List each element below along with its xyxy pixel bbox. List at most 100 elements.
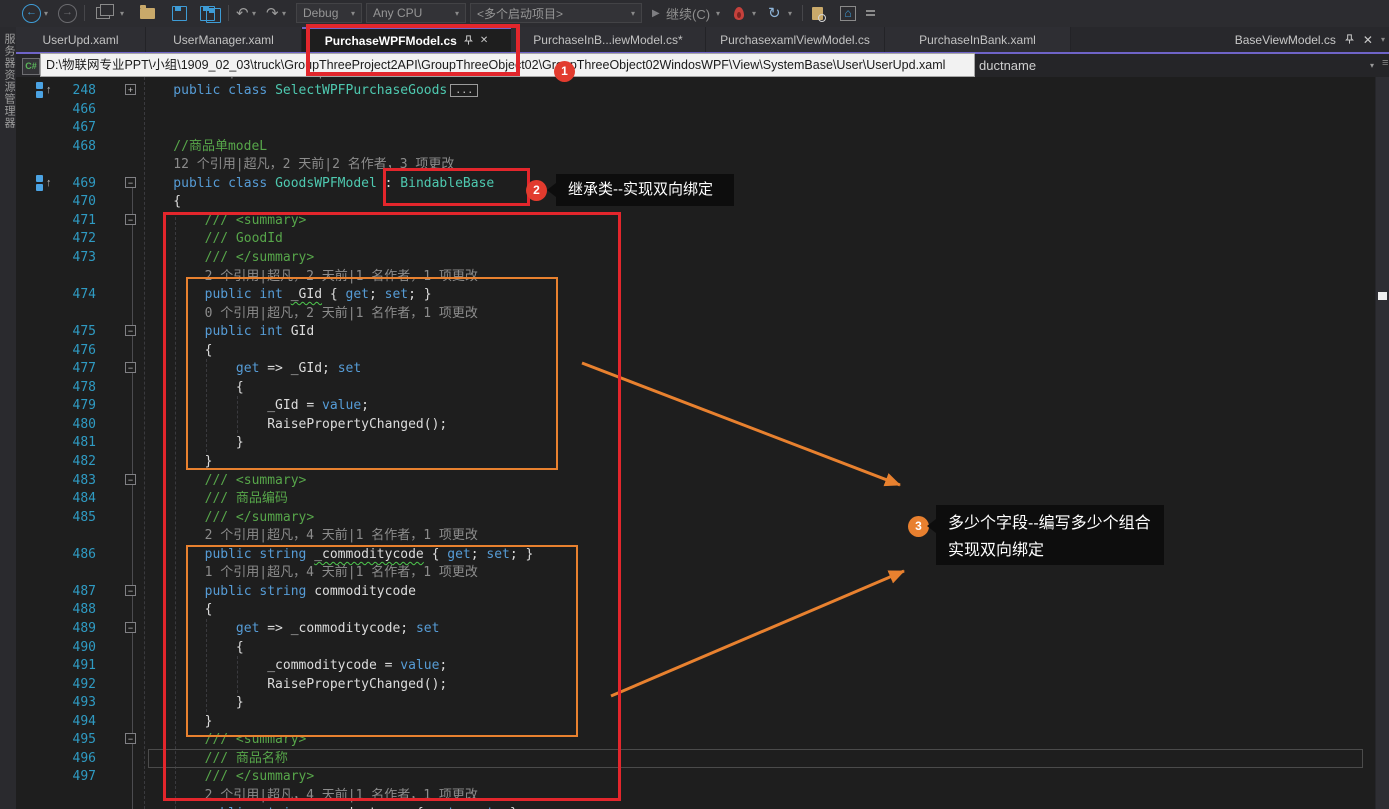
continue-caret[interactable]: ▾ [716, 3, 720, 23]
startup-project-dropdown[interactable]: <多个启动项目> ▾ [470, 3, 642, 23]
navigate-back-button[interactable]: ← [22, 3, 41, 23]
code-line[interactable]: 495 − /// <summary> [16, 730, 1375, 749]
code-line[interactable]: 472 /// GoodId [16, 229, 1375, 248]
find-in-files-button[interactable] [812, 3, 826, 23]
tab-baseviewmodel[interactable]: BaseViewModel.cs [1235, 33, 1336, 47]
code-line[interactable]: 468 //商品单modeL [16, 137, 1375, 156]
code-line[interactable]: 467 [16, 118, 1375, 137]
code-line[interactable]: 490 { [16, 638, 1375, 657]
close-icon[interactable]: ✕ [1363, 33, 1373, 47]
new-window-caret[interactable]: ▾ [120, 3, 124, 23]
hot-reload-button[interactable] [734, 3, 744, 23]
close-icon[interactable]: ✕ [480, 35, 488, 46]
code-line[interactable]: 483 − /// <summary> [16, 471, 1375, 490]
undo-button[interactable]: ↶ [236, 3, 249, 23]
tab-purchasewpfmodel-cs[interactable]: PurchaseWPFModel.cs ✕ [302, 27, 511, 52]
line-number: 486 [72, 546, 96, 562]
fold-collapse-icon[interactable]: − [125, 325, 136, 337]
codelens-text[interactable]: 2 个引用|超凡，4 天前|1 名作者，1 项更改 [142, 786, 478, 805]
fold-collapse-icon[interactable]: − [125, 733, 136, 745]
code-line[interactable]: 477 − get => _GId; set [16, 359, 1375, 378]
code-line[interactable]: 475 − public int GId [16, 322, 1375, 341]
code-line[interactable]: 482 } [16, 452, 1375, 471]
codelens-line[interactable]: 2 个引用|超凡，4 天前|1 名作者，1 项更改 [16, 786, 1375, 805]
codelens-text[interactable]: 0 个引用|超凡，2 天前|1 名作者，1 项更改 [142, 304, 478, 323]
code-line[interactable]: 471 − /// <summary> [16, 211, 1375, 230]
code-line[interactable]: 473 /// </summary> [16, 248, 1375, 267]
back-dropdown-caret[interactable]: ▾ [44, 3, 48, 23]
navigate-forward-button[interactable]: → [58, 3, 77, 23]
annotation-tooltip-2: 继承类--实现双向绑定 [547, 174, 734, 206]
codelens-text[interactable]: 1 个引用|超凡，4 天前|1 名作者，1 项更改 [142, 563, 478, 582]
codelens-line[interactable]: 12 个引用|超凡，2 天前|2 名作者，3 项更改 [16, 155, 1375, 174]
inheritance-margin-icon[interactable]: ↑ [36, 174, 58, 191]
code-line[interactable]: 474 public int _GId { get; set; } [16, 285, 1375, 304]
platform-dropdown[interactable]: Any CPU ▾ [366, 3, 466, 23]
code-line[interactable]: 488 { [16, 600, 1375, 619]
code-line[interactable]: 494 } [16, 712, 1375, 731]
debug-configuration-dropdown[interactable]: Debug ▾ [296, 3, 362, 23]
tab-usermanager-xaml[interactable]: UserManager.xaml [146, 27, 302, 52]
code-line[interactable]: 497 /// </summary> [16, 767, 1375, 786]
code-line[interactable]: 486 public string _commoditycode { get; … [16, 545, 1375, 564]
codelens-line[interactable]: 2 个引用|超凡，4 天前|1 名作者，1 项更改 [16, 526, 1375, 545]
fold-collapse-icon[interactable]: − [125, 584, 136, 596]
tab-purchasexamlviewmodel-cs[interactable]: PurchasexamlViewModel.cs [706, 27, 885, 52]
tab-purchaseinb-iewmodel-cs-[interactable]: PurchaseInB...iewModel.cs* [511, 27, 706, 52]
chevron-down-icon[interactable]: ▾ [1370, 61, 1374, 70]
continue-button[interactable]: 继续(C) [666, 3, 710, 23]
code-line[interactable]: 480 RaisePropertyChanged(); [16, 415, 1375, 434]
code-line[interactable]: 476 { [16, 341, 1375, 360]
codelens-line[interactable]: 1 个引用|超凡，4 天前|1 名作者，1 项更改 [16, 563, 1375, 582]
restart-caret[interactable]: ▾ [788, 3, 792, 23]
code-line[interactable]: 491 _commoditycode = value; [16, 656, 1375, 675]
codelens-line[interactable]: 2 个引用|超凡，2 天前|1 名作者，1 项更改 [16, 267, 1375, 286]
document-list-caret[interactable]: ▾ [1381, 35, 1385, 44]
fold-collapse-icon[interactable]: − [125, 176, 136, 188]
pin-icon[interactable] [1344, 34, 1355, 45]
code-line[interactable]: 489 − get => _commoditycode; set [16, 619, 1375, 638]
open-file-button[interactable] [140, 3, 155, 23]
vertical-scrollbar[interactable] [1375, 77, 1389, 809]
codelens-text[interactable]: 2 个引用|超凡，2 天前|1 名作者，1 项更改 [142, 267, 478, 286]
line-number: 467 [72, 120, 96, 136]
code-line[interactable]: public string _productname { get; set; } [16, 804, 1375, 809]
pin-icon[interactable] [463, 35, 474, 46]
code-line[interactable]: 484 /// 商品编码 [16, 489, 1375, 508]
code-line[interactable]: 492 RaisePropertyChanged(); [16, 675, 1375, 694]
fold-collapse-icon[interactable]: − [125, 213, 136, 225]
scrollbar-thumb[interactable] [1378, 292, 1387, 300]
scrollbar-grip-icon[interactable]: ≡ [1382, 57, 1388, 69]
codelens-line[interactable]: 0 个引用|超凡，2 天前|1 名作者，1 项更改 [16, 304, 1375, 323]
save-button[interactable] [172, 3, 187, 23]
code-line[interactable]: 487 − public string commoditycode [16, 582, 1375, 601]
redo-button[interactable]: ↷ [266, 3, 279, 23]
collapsed-region-box[interactable]: ... [450, 84, 479, 97]
save-all-button[interactable] [200, 3, 221, 23]
code-line[interactable]: 248 ↑ + public class SelectWPFPurchaseGood… [16, 81, 1375, 100]
code-line[interactable]: 493 } [16, 693, 1375, 712]
server-explorer-vertical-tab[interactable]: 服务器资源管理器 [1, 33, 17, 129]
hot-reload-caret[interactable]: ▾ [752, 3, 756, 23]
undo-caret[interactable]: ▾ [252, 3, 256, 23]
tab-userupd-xaml[interactable]: UserUpd.xaml [16, 27, 146, 52]
tab-purchaseinbank-xaml[interactable]: PurchaseInBank.xaml [885, 27, 1071, 52]
navigate-home-button[interactable]: ⌂ [840, 3, 856, 23]
codelens-text[interactable]: 2 个引用|超凡，4 天前|1 名作者，1 项更改 [142, 526, 478, 545]
fold-collapse-icon[interactable]: − [125, 473, 136, 485]
new-window-button[interactable] [96, 3, 114, 23]
member-dropdown[interactable]: ductname [979, 58, 1036, 73]
restart-button[interactable]: ↻ [768, 3, 781, 23]
fold-collapse-icon[interactable]: − [125, 621, 136, 633]
toolbar-overflow-button[interactable] [866, 3, 875, 23]
code-line[interactable]: 466 [16, 100, 1375, 119]
code-line[interactable]: 479 _GId = value; [16, 396, 1375, 415]
fold-collapse-icon[interactable]: − [125, 362, 136, 374]
code-line[interactable]: 481 } [16, 433, 1375, 452]
codelens-text[interactable]: 12 个引用|超凡，2 天前|2 名作者，3 项更改 [142, 155, 454, 174]
inheritance-margin-icon[interactable]: ↑ [36, 82, 58, 98]
fold-expand-icon[interactable]: + [125, 84, 136, 95]
code-line[interactable]: 485 /// </summary> [16, 508, 1375, 527]
code-line[interactable]: 478 { [16, 378, 1375, 397]
redo-caret[interactable]: ▾ [282, 3, 286, 23]
